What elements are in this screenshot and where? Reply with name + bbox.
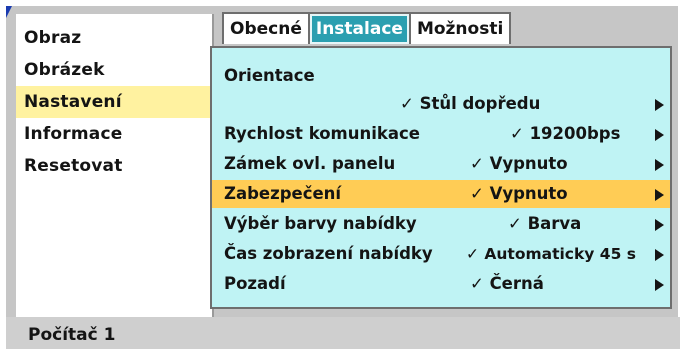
setting-row-zamek[interactable]: Zámek ovl. panelu ✓ Vypnuto [212, 150, 670, 178]
triangle-right-icon[interactable] [655, 219, 664, 231]
tab-bar: Obecné Instalace Možnosti [222, 12, 512, 44]
triangle-right-icon[interactable] [655, 159, 664, 171]
tab-obecne[interactable]: Obecné [224, 14, 310, 44]
setting-row-orientace-value[interactable]: ✓ Stůl dopředu [212, 90, 670, 118]
setting-label: Výběr barvy nabídky [224, 214, 417, 233]
menu-item-resetovat[interactable]: Resetovat [16, 150, 212, 182]
tab-moznosti[interactable]: Možnosti [411, 14, 509, 44]
setting-value: ✓ Vypnuto [470, 154, 568, 173]
setting-value: ✓ 19200bps [510, 124, 621, 143]
setting-label: Pozadí [224, 274, 286, 293]
setting-label: Čas zobrazení nabídky [224, 244, 433, 263]
setting-value: ✓ Černá [470, 274, 544, 293]
main-menu: Obraz Obrázek Nastavení Informace Reseto… [16, 14, 214, 322]
setting-row-zabezpeceni[interactable]: Zabezpečení ✓ Vypnuto [212, 180, 670, 208]
menu-item-obrazek[interactable]: Obrázek [16, 54, 212, 86]
setting-row-cas-zobrazeni[interactable]: Čas zobrazení nabídky ✓ Automaticky 45 s [212, 240, 670, 268]
menu-item-informace[interactable]: Informace [16, 118, 212, 150]
menu-item-nastaveni[interactable]: Nastavení [16, 86, 212, 118]
settings-panel: Orientace ✓ Stůl dopředu Rychlost komuni… [210, 46, 672, 309]
setting-row-rychlost[interactable]: Rychlost komunikace ✓ 19200bps [212, 120, 670, 148]
setting-value: ✓ Vypnuto [470, 184, 568, 203]
setting-value: ✓ Barva [508, 214, 582, 233]
setting-label: Orientace [224, 66, 315, 85]
triangle-right-icon[interactable] [655, 249, 664, 261]
setting-row-pozadi[interactable]: Pozadí ✓ Černá [212, 270, 670, 298]
corner-notch [6, 6, 12, 18]
input-source-label: Počítač 1 [28, 325, 116, 345]
menu-item-obraz[interactable]: Obraz [16, 22, 212, 54]
setting-row-vyber-barvy[interactable]: Výběr barvy nabídky ✓ Barva [212, 210, 670, 238]
setting-label: Zabezpečení [224, 184, 342, 203]
setting-value: ✓ Stůl dopředu [400, 94, 541, 113]
status-bar: Počítač 1 [6, 317, 680, 349]
triangle-right-icon[interactable] [655, 279, 664, 291]
setting-value: ✓ Automaticky 45 s [466, 245, 636, 263]
tab-instalace[interactable]: Instalace [309, 14, 411, 44]
setting-label: Zámek ovl. panelu [224, 154, 396, 173]
setting-row-orientace: Orientace [212, 62, 670, 90]
triangle-right-icon[interactable] [655, 99, 664, 111]
setting-label: Rychlost komunikace [224, 124, 420, 143]
triangle-right-icon[interactable] [655, 129, 664, 141]
triangle-right-icon[interactable] [655, 189, 664, 201]
